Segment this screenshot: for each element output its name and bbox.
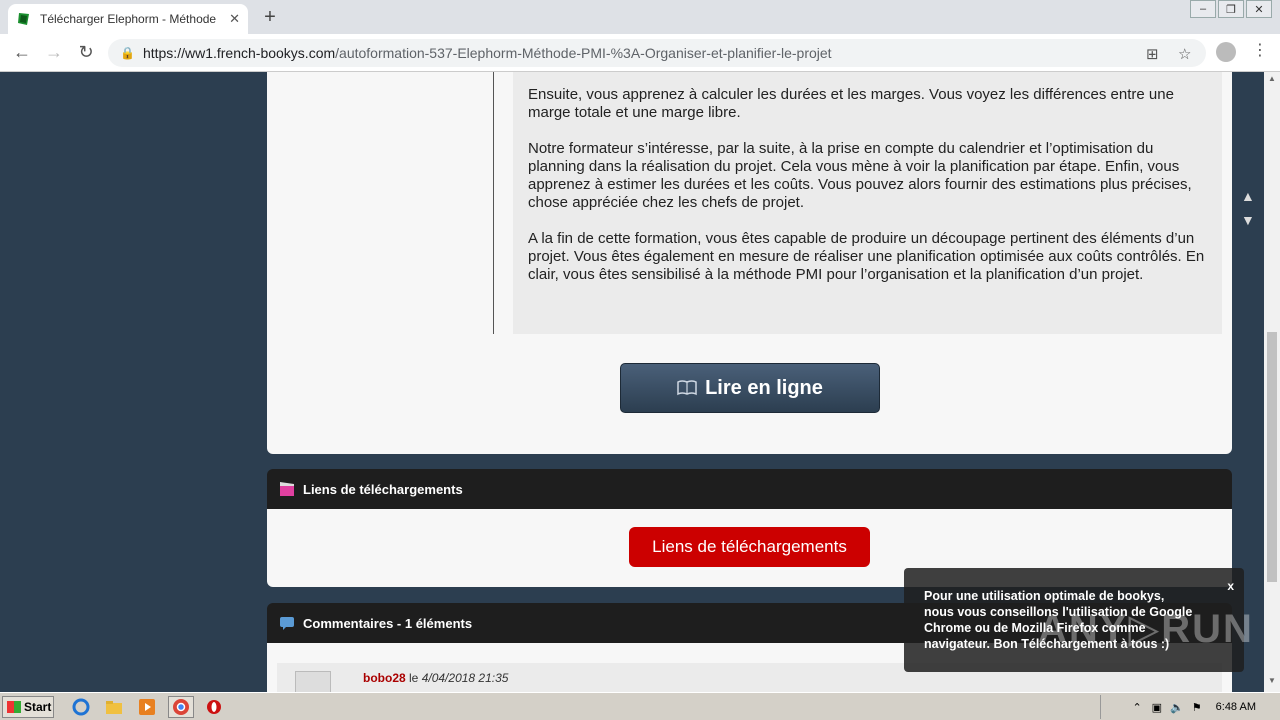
scroll-up-arrow-icon[interactable]: ▲ [1241, 188, 1255, 204]
clapperboard-icon [279, 481, 295, 497]
read-online-label: Lire en ligne [705, 376, 823, 399]
start-button[interactable]: Start [2, 696, 54, 718]
description-text: Ensuite, vous apprenez à calculer les du… [528, 86, 1208, 302]
page-scrollbar[interactable]: ▲ ▼ [1264, 72, 1280, 692]
windows-logo-icon [7, 701, 21, 713]
comment-bubble-icon [279, 615, 295, 631]
profile-avatar-icon[interactable] [1216, 42, 1236, 62]
volume-icon[interactable]: 🔈 [1170, 701, 1184, 714]
downloads-header: Liens de téléchargements [267, 469, 1232, 509]
comment-le: le [409, 671, 419, 685]
favicon-icon [16, 11, 32, 27]
minimize-button[interactable]: – [1190, 0, 1216, 18]
avatar [295, 671, 331, 692]
read-online-button[interactable]: Lire en ligne [620, 363, 880, 413]
comment-meta: bobo28 le 4/04/2018 21:35 [363, 671, 508, 685]
comments-header-title: Commentaires - 1 éléments [303, 615, 473, 631]
comment-date: 4/04/2018 21:35 [421, 671, 509, 685]
chrome-taskbar-button[interactable] [168, 696, 194, 718]
tab-close-icon[interactable]: ✕ [229, 11, 240, 27]
reload-icon[interactable]: ↻ [74, 41, 98, 65]
forward-icon[interactable]: → [42, 41, 66, 65]
watermark-logo: ANY▷RUN [1038, 607, 1254, 651]
clock: 6:48 AM [1215, 701, 1256, 713]
toast-close-icon[interactable]: x [1227, 578, 1234, 594]
description-paragraph: A la fin de cette formation, vous êtes c… [528, 230, 1205, 283]
description-paragraph: Ensuite, vous apprenez à calculer les du… [528, 86, 1174, 121]
divider [493, 72, 494, 334]
start-label: Start [24, 700, 52, 714]
folder-icon[interactable] [105, 698, 123, 716]
book-icon [677, 380, 697, 396]
scroll-down-arrow-icon[interactable]: ▼ [1241, 212, 1255, 228]
back-icon[interactable]: ← [10, 41, 34, 65]
description-panel: Ensuite, vous apprenez à calculer les du… [267, 72, 1232, 454]
tab-strip: Télécharger Elephorm - Méthode PMI ✕ + –… [0, 0, 1280, 34]
comment-username[interactable]: bobo28 [363, 671, 406, 685]
tab-title: Télécharger Elephorm - Méthode PMI [40, 12, 218, 26]
scrollbar-down-icon[interactable]: ▼ [1268, 676, 1276, 685]
media-player-icon[interactable] [138, 698, 156, 716]
bookmark-star-icon[interactable]: ☆ [1178, 45, 1191, 63]
downloads-header-title: Liens de téléchargements [303, 481, 463, 497]
new-tab-button[interactable]: + [258, 6, 282, 30]
download-links-button[interactable]: Liens de téléchargements [629, 527, 870, 567]
lock-icon: 🔒 [120, 46, 135, 60]
description-paragraph: Notre formateur s’intéresse, par la suit… [528, 140, 1192, 211]
menu-icon[interactable]: ⋮ [1252, 40, 1268, 60]
restore-button[interactable]: ❐ [1218, 0, 1244, 18]
opera-icon[interactable] [205, 698, 223, 716]
url-host: https://ww1.french-bookys.com [142, 45, 336, 61]
browser-toolbar: ← → ↻ 🔒 https://ww1.french-bookys.com /a… [0, 34, 1280, 72]
system-tray: ⌃ ▣ 🔈 ⚑ 6:48 AM [1100, 695, 1280, 719]
network-icon[interactable]: ▣ [1152, 701, 1162, 714]
taskbar: Start ⌃ ▣ 🔈 ⚑ 6:48 AM [0, 692, 1280, 720]
tray-expand-icon[interactable]: ⌃ [1132, 701, 1141, 714]
scrollbar-thumb[interactable] [1267, 332, 1277, 582]
flag-icon[interactable]: ⚑ [1192, 701, 1202, 714]
url-path: /autoformation-537-Elephorm-Méthode-PMI-… [335, 45, 832, 61]
close-window-button[interactable]: ✕ [1246, 0, 1272, 18]
ie-icon[interactable] [72, 698, 90, 716]
translate-icon[interactable]: ⊞ [1146, 45, 1159, 63]
window-controls: – ❐ ✕ [1188, 0, 1272, 18]
scrollbar-up-icon[interactable]: ▲ [1268, 74, 1276, 83]
address-bar[interactable]: 🔒 https://ww1.french-bookys.com /autofor… [108, 39, 1206, 67]
browser-tab[interactable]: Télécharger Elephorm - Méthode PMI ✕ [8, 4, 248, 34]
